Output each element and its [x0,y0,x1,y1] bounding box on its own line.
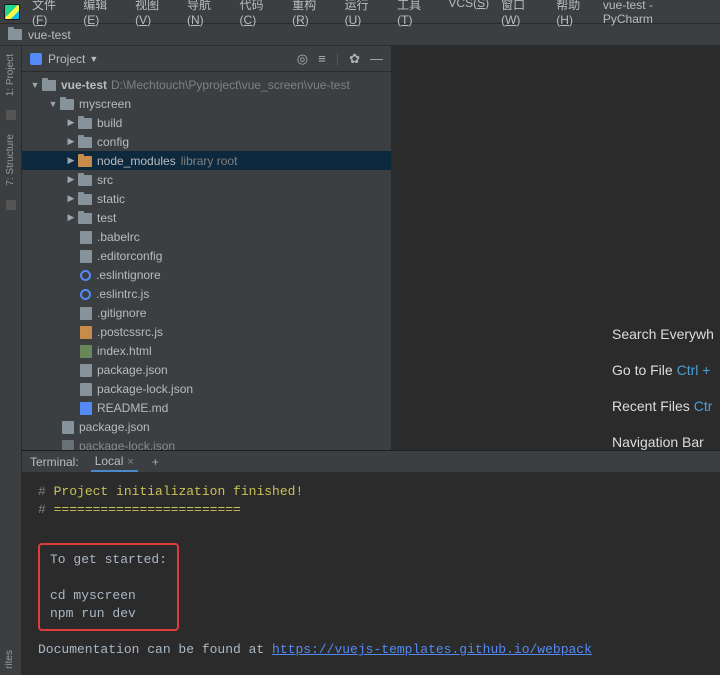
terminal-panel: rites Terminal: Local× + # Project initi… [0,450,720,675]
term-box-line3: npm run dev [50,605,167,623]
tree-folder-build[interactable]: ▶ build [22,113,391,132]
menu-帮助[interactable]: 帮助(H) [550,0,603,27]
gutter-icon[interactable] [6,110,16,120]
app-icon [4,4,20,20]
window-title: vue-test - PyCharm [603,0,716,26]
menu-文件[interactable]: 文件(F) [26,0,77,27]
tree-folder-node-modules[interactable]: ▶ node_modules library root [22,151,391,170]
tree-file-package[interactable]: package.json [22,360,391,379]
hint-navbar: Navigation Bar [612,434,704,450]
menu-窗口[interactable]: 窗口(W) [495,0,550,27]
menu-编辑[interactable]: 编辑(E) [77,0,129,27]
doc-link[interactable]: https://vuejs-templates.github.io/webpac… [272,642,592,657]
term-box-line2: cd myscreen [50,587,167,605]
terminal-tab-local[interactable]: Local× [91,452,138,472]
gear-file-icon [80,250,92,263]
tree-file-gitignore[interactable]: .gitignore [22,303,391,322]
tree-file-eslintignore[interactable]: .eslintignore [22,265,391,284]
menu-导航[interactable]: 导航(N) [181,0,234,27]
project-panel-header: Project ▼ ◎ ≡ | ✿ — [22,46,391,72]
tree-root[interactable]: ▼ vue-test D:\Mechtouch\Pyproject\vue_sc… [22,75,391,94]
favorites-tab[interactable]: rites [4,650,15,669]
target-icon[interactable]: ◎ [297,51,308,67]
json-file-icon [80,383,92,396]
tree-folder-config[interactable]: ▶ config [22,132,391,151]
menu-重构[interactable]: 重构(R) [286,0,339,27]
file-icon [80,231,92,244]
js-file-icon [80,326,92,339]
tree-file-eslintrc[interactable]: .eslintrc.js [22,284,391,303]
menu-运行[interactable]: 运行(U) [339,0,392,27]
breadcrumb-root: vue-test [28,28,71,42]
md-file-icon [80,402,92,415]
menu-bar: 文件(F)编辑(E)视图(V)导航(N)代码(C)重构(R)运行(U)工具(T)… [0,0,720,24]
file-icon [80,307,92,320]
tree-file-readme[interactable]: README.md [22,398,391,417]
html-file-icon [80,345,92,358]
tree-folder-myscreen[interactable]: ▼ myscreen [22,94,391,113]
menu-代码[interactable]: 代码(C) [234,0,287,27]
breadcrumb[interactable]: vue-test [0,24,720,46]
project-panel-title[interactable]: Project [48,52,85,66]
tree-file-babelrc[interactable]: .babelrc [22,227,391,246]
menu-VCS[interactable]: VCS(S) [442,0,495,27]
menu-items: 文件(F)编辑(E)视图(V)导航(N)代码(C)重构(R)运行(U)工具(T)… [26,0,603,27]
doc-prefix: Documentation can be found at [38,642,272,657]
json-file-icon [80,364,92,377]
tree-file-package-outer[interactable]: package.json [22,417,391,436]
bottom-left-gutter: rites [0,450,22,675]
tree-folder-static[interactable]: ▶ static [22,189,391,208]
hide-icon[interactable]: — [370,51,383,67]
gutter-project-tab[interactable]: 1: Project [3,46,18,104]
json-file-icon [62,421,74,434]
hint-search: Search Everywh [612,326,714,342]
chevron-down-icon[interactable]: ▼ [89,54,98,64]
tree-file-postcssrc[interactable]: .postcssrc.js [22,322,391,341]
panel-toolbar: ◎ ≡ | ✿ — [297,51,383,67]
hint-goto: Go to File [612,362,677,378]
tree-root-path: D:\Mechtouch\Pyproject\vue_screen\vue-te… [107,78,350,92]
tree-root-name: vue-test [61,78,107,92]
gutter-icon[interactable] [6,200,16,210]
folder-icon [8,29,22,40]
tree-folder-src[interactable]: ▶ src [22,170,391,189]
eslint-icon [80,270,91,281]
menu-工具[interactable]: 工具(T) [391,0,442,27]
tree-file-editorconfig[interactable]: .editorconfig [22,246,391,265]
add-terminal-button[interactable]: + [152,455,159,469]
eslint-icon [80,289,91,300]
tree-folder-test[interactable]: ▶ test [22,208,391,227]
tree-file-packagelock[interactable]: package-lock.json [22,379,391,398]
tree-file-indexhtml[interactable]: index.html [22,341,391,360]
terminal-tabs: Terminal: Local× + [22,451,720,473]
gutter-structure-tab[interactable]: 7: Structure [3,126,18,194]
highlighted-box: To get started: cd myscreen npm run dev [38,543,179,631]
hint-recent: Recent Files [612,398,694,414]
gear-icon[interactable]: ✿ [349,51,360,67]
term-box-line1: To get started: [50,551,167,569]
close-icon[interactable]: × [127,456,133,468]
project-panel-icon [30,53,42,65]
terminal-body[interactable]: # Project initialization finished! # ===… [22,473,720,669]
collapse-icon[interactable]: ≡ [318,51,326,67]
term-line2: ======================== [54,502,241,517]
terminal-label: Terminal: [30,455,91,469]
menu-视图[interactable]: 视图(V) [129,0,181,27]
term-line1: Project initialization finished! [54,484,304,499]
